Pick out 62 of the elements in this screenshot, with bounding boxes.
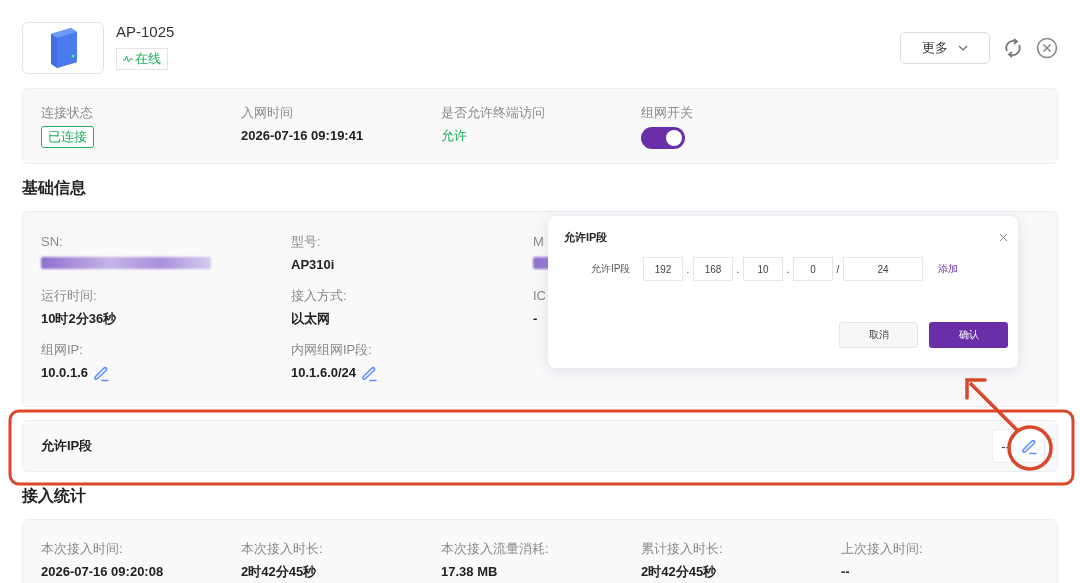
online-tag: 在线: [116, 48, 168, 70]
edit-icon[interactable]: [1020, 437, 1038, 455]
field-label: 本次接入流量消耗:: [441, 540, 549, 558]
refresh-icon[interactable]: [1002, 37, 1024, 59]
ip-octet-field[interactable]: 10: [743, 257, 783, 281]
field-label: 运行时间:: [41, 287, 97, 305]
add-link[interactable]: 添加: [938, 262, 958, 276]
field-label: 允许IP段: [41, 437, 93, 455]
field-value: 2时42分45秒: [241, 563, 317, 581]
field-value: 10时2分36秒: [41, 310, 117, 328]
ip-octet-field[interactable]: 192: [643, 257, 683, 281]
edit-icon[interactable]: [92, 364, 110, 382]
confirm-button[interactable]: 确认: [929, 322, 1008, 348]
field-value: -: [533, 310, 538, 328]
field-value: 17.38 MB: [441, 563, 498, 581]
field-label: 允许IP段: [591, 262, 632, 276]
field-value: 2时42分45秒: [641, 563, 717, 581]
close-icon[interactable]: [1036, 37, 1058, 59]
field-label: IC: [533, 287, 546, 305]
pulse-icon: [123, 55, 133, 63]
highlight-circle: [1007, 425, 1053, 471]
field-label: 累计接入时长:: [641, 540, 723, 558]
arrow: [965, 378, 1020, 433]
field-label: M: [533, 233, 544, 251]
field-label: 入网时间: [241, 103, 293, 122]
status-tag: 已连接: [41, 125, 94, 148]
separator: .: [785, 263, 791, 275]
field-value: AP310i: [291, 256, 335, 274]
field-value: --: [841, 563, 850, 581]
field-value: 10.0.1.6: [41, 364, 88, 382]
close-icon[interactable]: [999, 233, 1008, 242]
field-label: 本次接入时间:: [41, 540, 123, 558]
separator: .: [735, 263, 741, 275]
field-label: 组网开关: [641, 103, 693, 122]
field-value: 允许: [441, 126, 467, 145]
field-value: 10.1.6.0/24: [291, 364, 357, 382]
field-value: 2026-07-16 09:19:41: [241, 126, 364, 145]
field-label: 接入方式:: [291, 287, 347, 305]
edit-icon[interactable]: [360, 364, 379, 382]
field-label: SN:: [41, 233, 63, 251]
section-heading: 基础信息: [22, 178, 87, 198]
section-heading: 接入统计: [22, 486, 87, 506]
field-label: 型号:: [291, 233, 321, 251]
field-label: 组网IP:: [41, 341, 83, 359]
field-value: 2026-07-16 09:20:08: [41, 563, 164, 581]
more-button[interactable]: 更多: [900, 32, 990, 64]
cancel-button[interactable]: 取消: [839, 322, 918, 348]
dialog-title: 允许IP段: [564, 230, 608, 245]
caret-icon: [958, 45, 968, 51]
field-label: 本次接入时长:: [241, 540, 323, 558]
separator: .: [685, 263, 691, 275]
field-label: 内网组网IP段:: [291, 341, 372, 359]
toggle-switch[interactable]: [641, 126, 685, 149]
ip-octet-field[interactable]: 168: [693, 257, 733, 281]
ip-octet-field[interactable]: 0: [793, 257, 833, 281]
field-value: 以太网: [291, 310, 330, 328]
field-label: 是否允许终端访问: [441, 103, 545, 122]
prefix-field[interactable]: 24: [843, 257, 923, 281]
device-title: AP-1025: [116, 22, 175, 42]
field-label: 上次接入时间:: [841, 540, 923, 558]
separator: /: [835, 263, 841, 275]
field-label: 连接状态: [41, 103, 93, 122]
